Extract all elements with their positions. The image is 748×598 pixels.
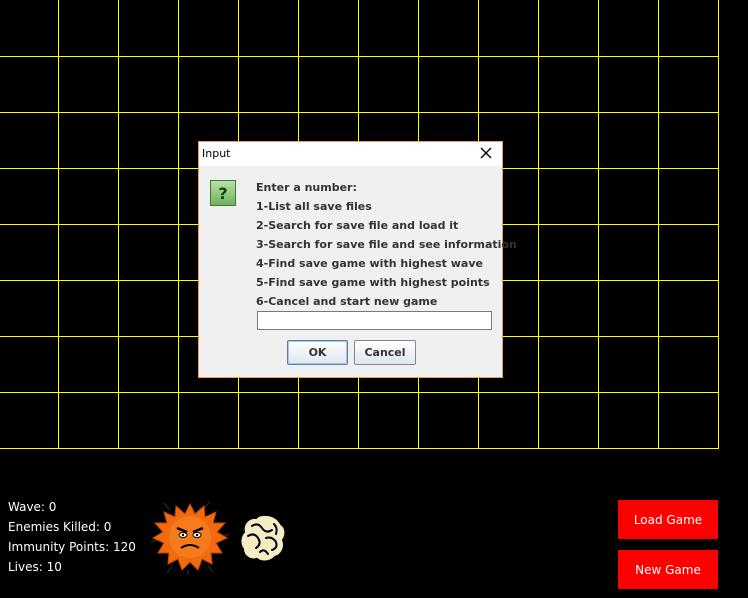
input-dialog: Input ? Enter a number: 1-List all save … — [198, 141, 517, 378]
message-line: Enter a number: — [256, 181, 357, 194]
load-game-button[interactable]: Load Game — [618, 500, 718, 539]
ok-button[interactable]: OK — [287, 340, 348, 365]
message-line: 4-Find save game with highest wave — [256, 257, 483, 270]
message-line: 1-List all save files — [256, 200, 372, 213]
message-line: 3-Search for save file and see informati… — [256, 238, 517, 251]
message-line: 2-Search for save file and load it — [256, 219, 459, 232]
immunity-points-counter: Immunity Points: 120 — [8, 540, 136, 554]
new-game-button[interactable]: New Game — [618, 550, 718, 589]
enemies-killed-counter: Enemies Killed: 0 — [8, 520, 112, 534]
number-input-field[interactable] — [257, 311, 492, 330]
close-icon[interactable] — [478, 145, 494, 161]
wave-counter: Wave: 0 — [8, 500, 57, 514]
dialog-titlebar[interactable]: Input — [199, 142, 502, 166]
virus-enemy-icon — [150, 500, 230, 575]
cancel-button[interactable]: Cancel — [354, 340, 416, 365]
message-line: 6-Cancel and start new game — [256, 295, 438, 308]
immune-cell-tower-icon — [239, 513, 287, 563]
dialog-title: Input — [202, 147, 231, 160]
question-icon: ? — [210, 180, 236, 206]
lives-counter: Lives: 10 — [8, 560, 62, 574]
message-line: 5-Find save game with highest points — [256, 276, 490, 289]
dialog-message: Enter a number: 1-List all save files 2-… — [256, 178, 517, 311]
stats-panel: Wave: 0 Enemies Killed: 0 Immunity Point… — [8, 497, 136, 577]
